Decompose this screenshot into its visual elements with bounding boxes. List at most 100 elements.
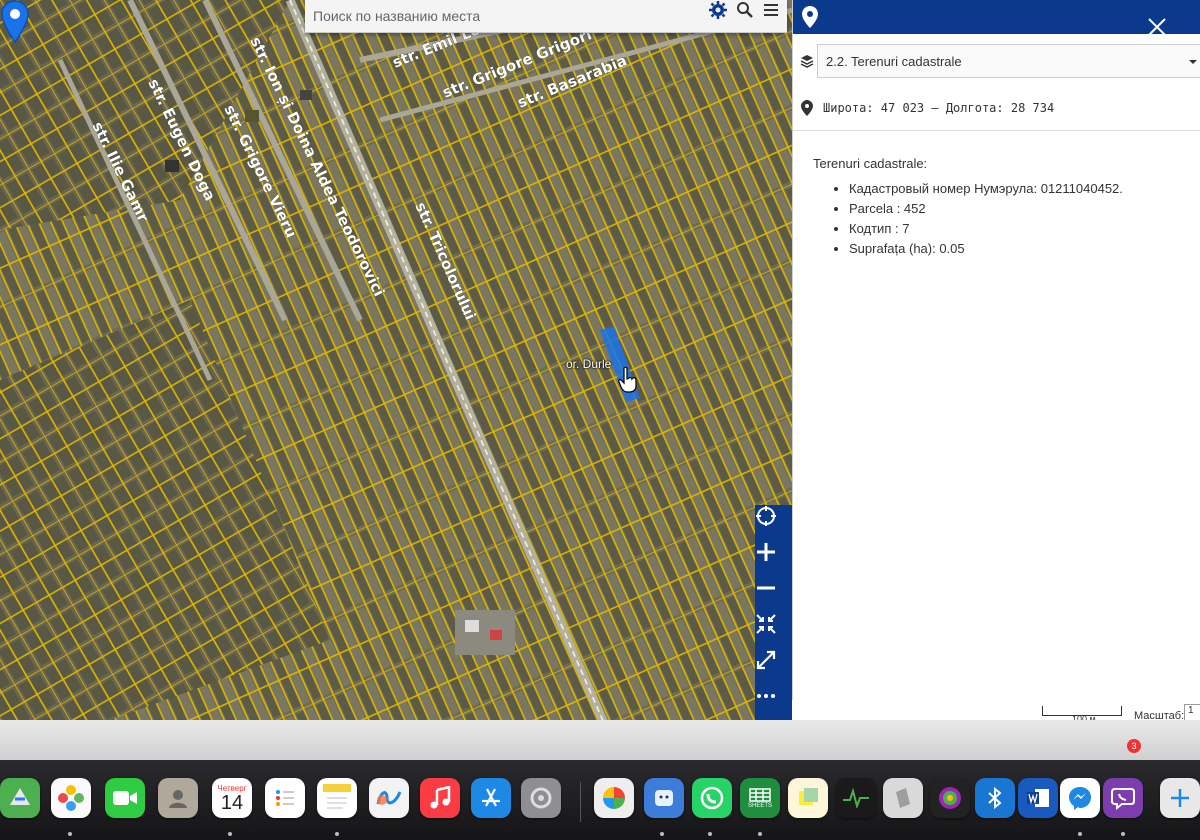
more-button[interactable] — [755, 685, 792, 721]
spreadsheet-grid-icon — [749, 788, 771, 802]
notes-icon — [323, 784, 351, 809]
attribute-code-type: Кодтип : 7 — [849, 221, 1193, 237]
chevron-down-icon — [1189, 60, 1197, 64]
running-indicator — [228, 832, 232, 836]
fit-extent-button[interactable] — [755, 613, 792, 649]
coordinates-text: Широта: 47 023 – Долгота: 28 734 — [823, 101, 1055, 115]
search-bar — [305, 0, 787, 33]
dock-messenger[interactable] — [1060, 778, 1100, 818]
dock-freeform[interactable] — [369, 778, 409, 818]
list-icon — [276, 790, 294, 806]
whatsapp-phone-icon — [700, 786, 724, 810]
location-pin-icon[interactable] — [0, 0, 30, 44]
attribute-area: Suprafața (ha): 0.05 — [849, 241, 1193, 257]
map-marker-icon — [801, 100, 813, 116]
expand-icon — [756, 650, 776, 670]
running-indicator — [335, 832, 339, 836]
dock-system-settings[interactable] — [521, 778, 561, 818]
map-controls — [755, 505, 792, 721]
crosshair-icon — [756, 506, 776, 526]
dock-color-picker[interactable] — [930, 778, 970, 818]
info-panel: 2.2. Terenuri cadastrale Широта: 47 023 … — [792, 0, 1200, 720]
dock-downloads[interactable] — [1160, 778, 1200, 818]
running-indicator — [1121, 832, 1125, 836]
more-dots-icon — [757, 694, 775, 698]
feature-attributes: Кадастровый номер Нумэрула: 01211040452.… — [813, 181, 1193, 257]
locate-button[interactable] — [755, 505, 792, 541]
dock-maps[interactable] — [0, 778, 40, 818]
search-input[interactable] — [311, 0, 695, 32]
finder-face-icon — [655, 790, 673, 806]
pin-label: or. Durle — [566, 357, 612, 371]
color-wheel-icon — [939, 787, 961, 809]
maps-icon — [10, 788, 30, 805]
bluetooth-icon — [988, 786, 1002, 810]
shrink-icon — [756, 614, 776, 634]
map-view[interactable]: str. Emil Lo str. Grigore Grigori str. B… — [0, 0, 792, 760]
running-indicator — [758, 832, 762, 836]
hand-cursor-icon — [618, 366, 637, 393]
dock-finder-widget[interactable] — [644, 778, 684, 818]
dock-reminders[interactable] — [265, 778, 305, 818]
dock-notes[interactable] — [317, 778, 357, 818]
plus-icon — [1171, 789, 1189, 807]
zoom-out-button[interactable] — [755, 577, 792, 613]
music-note-icon — [430, 786, 451, 809]
coordinate-row: Широта: 47 023 – Долгота: 28 734 — [793, 86, 1200, 131]
dock-contacts[interactable] — [158, 778, 198, 818]
search-icon[interactable] — [735, 0, 755, 20]
attribute-cadastral-number: Кадастровый номер Нумэрула: 01211040452. — [849, 181, 1193, 197]
plus-icon — [757, 543, 775, 561]
fullscreen-button[interactable] — [755, 649, 792, 685]
feature-info-title: Terenuri cadastrale: — [813, 156, 928, 171]
attribute-parcel: Parcela : 452 — [849, 201, 1193, 217]
map-marker-icon — [802, 6, 818, 28]
color-pinwheel-icon — [603, 787, 625, 809]
dock-numbers[interactable]: SHEETS — [740, 778, 780, 818]
contact-person-icon — [169, 790, 187, 808]
dock-word[interactable] — [1018, 778, 1058, 818]
dock-activity-monitor[interactable] — [836, 778, 876, 818]
settings-gear-icon — [530, 787, 552, 809]
running-indicator — [68, 832, 72, 836]
word-document-icon — [1027, 789, 1049, 807]
dock-silverlock[interactable] — [883, 778, 923, 818]
dock-calendar[interactable]: Четверг 14 — [212, 778, 252, 818]
dock-photos[interactable] — [51, 778, 91, 818]
photos-flower-icon — [58, 785, 84, 811]
viber-phone-icon — [1111, 788, 1135, 811]
zoom-in-button[interactable] — [755, 541, 792, 577]
dock-music[interactable] — [420, 778, 460, 818]
menu-icon[interactable] — [761, 0, 781, 20]
layer-select[interactable]: 2.2. Terenuri cadastrale — [817, 44, 1200, 78]
dock-separator — [580, 782, 581, 822]
viber-notification-badge: 3 — [1127, 739, 1141, 753]
running-indicator — [708, 832, 712, 836]
video-camera-icon — [113, 791, 137, 805]
dock-whatsapp[interactable] — [692, 778, 732, 818]
activity-graph-icon — [843, 788, 869, 808]
dock-stickies[interactable] — [788, 778, 828, 818]
running-indicator — [1078, 832, 1082, 836]
panel-header — [793, 0, 1200, 37]
sheets-label: SHEETS — [747, 803, 772, 809]
dock-photo-app[interactable] — [594, 778, 634, 818]
app-store-icon — [482, 788, 500, 807]
lock-shield-icon — [896, 788, 910, 808]
gear-icon[interactable] — [708, 0, 728, 20]
dock-app-store[interactable] — [471, 778, 511, 818]
minus-icon — [757, 586, 775, 590]
feature-info: Terenuri cadastrale: Кадастровый номер Н… — [813, 156, 1193, 261]
layer-select-value: 2.2. Terenuri cadastrale — [826, 54, 962, 69]
calendar-day: 14 — [220, 791, 244, 814]
dock-bluetooth[interactable] — [975, 778, 1015, 818]
dock-viber[interactable] — [1103, 778, 1143, 818]
close-icon[interactable] — [1147, 17, 1167, 37]
layers-icon — [800, 55, 814, 68]
satellite-map: str. Emil Lo str. Grigore Grigori str. B… — [0, 0, 792, 760]
dock-facetime[interactable] — [105, 778, 145, 818]
messenger-bolt-icon — [1069, 787, 1091, 810]
running-indicator — [660, 832, 664, 836]
freeform-scribble-icon — [376, 791, 402, 805]
sticky-notes-icon — [799, 788, 818, 805]
